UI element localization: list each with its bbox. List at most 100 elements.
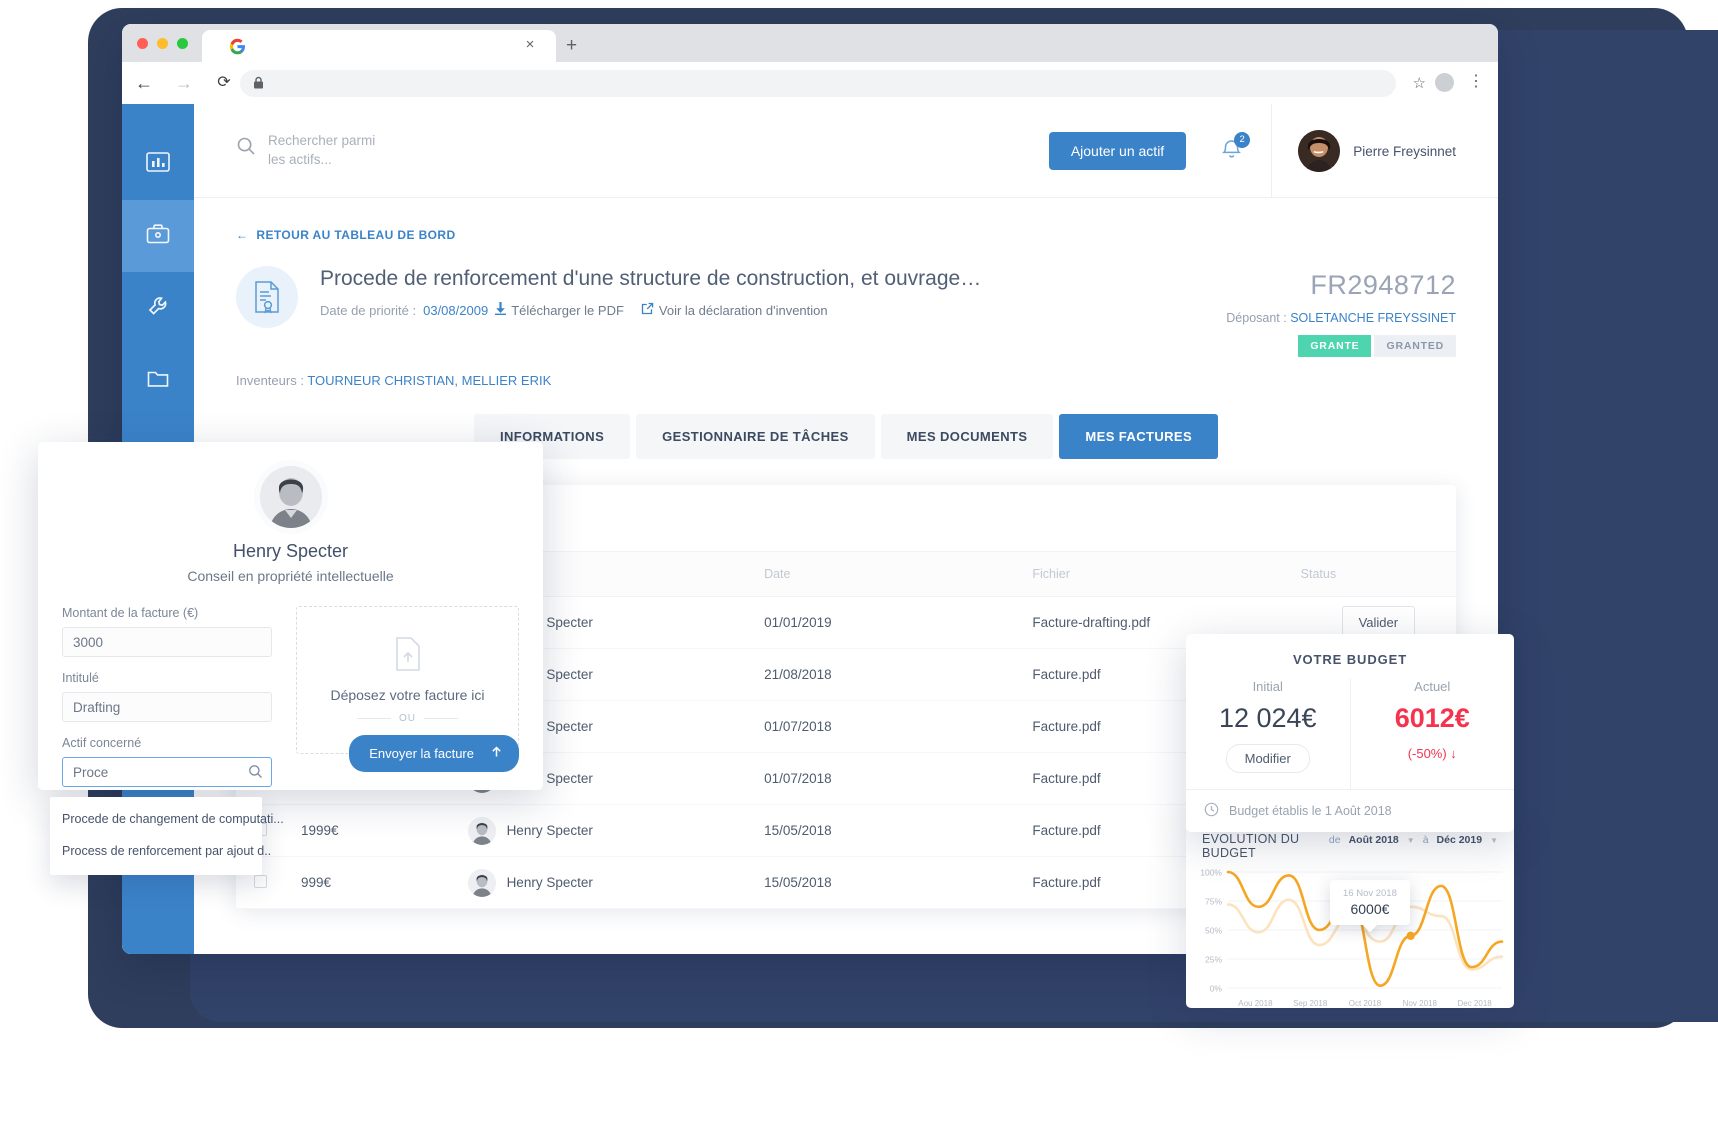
asset-input[interactable] <box>62 757 272 787</box>
patent-identity: FR2948712 Déposant : SOLETANCHE FREYSSIN… <box>1226 266 1456 357</box>
status-badge-en: GRANTED <box>1374 335 1456 357</box>
chevron-down-icon[interactable]: ▼ <box>1490 836 1498 845</box>
tab-task-manager[interactable]: GESTIONNAIRE DE TÂCHES <box>636 414 875 459</box>
forward-icon[interactable]: → <box>174 73 194 93</box>
list-item[interactable]: Procede de changement de computati... <box>50 803 284 835</box>
bell-icon <box>1220 139 1243 165</box>
bookmark-star-icon[interactable]: ☆ <box>1413 74 1426 92</box>
chart-title: EVOLUTION DU BUDGET <box>1202 832 1300 860</box>
deposant-value[interactable]: SOLETANCHE FREYSSINET <box>1290 311 1456 325</box>
notification-count-badge: 2 <box>1234 131 1251 148</box>
download-pdf-link[interactable]: Télécharger le PDF <box>495 302 624 318</box>
lock-icon <box>253 76 264 90</box>
budget-panel: VOTRE BUDGET Initial 12 024€ Modifier Ac… <box>1186 634 1514 832</box>
tab-documents[interactable]: MES DOCUMENTS <box>880 414 1054 459</box>
amount-input[interactable] <box>62 627 272 657</box>
svg-text:Sep 2018: Sep 2018 <box>1293 999 1328 1008</box>
deposant-label: Déposant : <box>1226 311 1287 325</box>
budget-delta: (-50%) ↓ <box>1407 746 1457 761</box>
range-from-label: de <box>1328 834 1341 846</box>
patent-detail-page: ← RETOUR AU TABLEAU DE BORD Procede de r… <box>194 198 1498 459</box>
avatar <box>1298 130 1341 172</box>
svg-text:25%: 25% <box>1205 955 1222 965</box>
url-input[interactable] <box>240 70 1396 97</box>
budget-initial: Initial 12 024€ Modifier <box>1186 679 1350 789</box>
inventors-row: Inventeurs : TOURNEUR CHRISTIAN, MELLIER… <box>236 373 1456 388</box>
range-from-value[interactable]: Août 2018 <box>1349 834 1399 846</box>
back-to-dashboard-label: RETOUR AU TABLEAU DE BORD <box>256 228 456 242</box>
browser-address-bar: ← → ⟳ ☆ ⋮ <box>122 62 1498 104</box>
svg-text:100%: 100% <box>1200 868 1222 878</box>
new-tab-button[interactable]: + <box>566 36 577 55</box>
cell-date: 21/08/2018 <box>764 648 1033 701</box>
modify-budget-button[interactable]: Modifier <box>1225 744 1310 773</box>
sidebar-item-tools[interactable] <box>122 272 194 344</box>
cell-creee-par: Henry Specter <box>467 804 765 857</box>
amount-label: Montant de la facture (€) <box>62 606 199 620</box>
download-pdf-label: Télécharger le PDF <box>511 302 624 318</box>
column-date: Date <box>764 552 1033 597</box>
cell-montant: 1999€ <box>300 804 468 857</box>
svg-text:0%: 0% <box>1210 984 1223 994</box>
avatar <box>259 466 322 528</box>
row-checkbox[interactable] <box>254 874 267 888</box>
tab-invoices[interactable]: MES FACTURES <box>1059 414 1219 459</box>
sidebar-item-dashboard[interactable] <box>122 128 194 200</box>
patent-document-icon <box>236 266 298 328</box>
sidebar-item-portfolio[interactable] <box>122 200 194 272</box>
inventors-value[interactable]: TOURNEUR CHRISTIAN, MELLIER ERIK <box>307 373 551 388</box>
tab-close-button[interactable]: × <box>522 37 538 53</box>
back-to-dashboard-link[interactable]: ← RETOUR AU TABLEAU DE BORD <box>236 228 456 242</box>
budget-footer: Budget établis le 1 Août 2018 <box>1186 789 1514 832</box>
upload-arrow-icon <box>490 745 503 762</box>
back-icon[interactable]: ← <box>134 73 154 93</box>
advisor-role: Conseil en propriété intellectuelle <box>187 568 394 584</box>
wrench-icon <box>146 294 170 323</box>
budget-columns: Initial 12 024€ Modifier Actuel 6012€ (-… <box>1186 679 1514 789</box>
declaration-link[interactable]: Voir la déclaration d'invention <box>641 302 828 318</box>
cell-montant: 999€ <box>300 856 468 909</box>
chart-tooltip: 16 Nov 2018 6000€ <box>1330 880 1410 933</box>
budget-title: VOTRE BUDGET <box>1292 652 1408 667</box>
cell-date: 01/07/2018 <box>764 752 1033 805</box>
user-menu[interactable]: Pierre Freysinnet <box>1271 104 1498 198</box>
browser-tab[interactable]: × <box>202 30 556 62</box>
tooltip-value: 6000€ <box>1350 901 1390 917</box>
add-asset-button[interactable]: Ajouter un actif <box>1048 132 1187 170</box>
arrow-left-icon: ← <box>236 228 249 242</box>
dropzone-label: Déposez votre facture ici <box>330 687 485 703</box>
range-to-value[interactable]: Déc 2019 <box>1437 834 1483 846</box>
status-badges: GRANTE GRANTED <box>1226 335 1456 357</box>
minimize-window-button[interactable] <box>157 38 168 49</box>
maximize-window-button[interactable] <box>177 38 188 49</box>
patent-header: Procede de renforcement d'une structure … <box>236 266 1456 357</box>
list-item[interactable]: Process de renforcement par ajout d.. <box>50 835 271 867</box>
cell-creee-par: Henry Specter <box>467 856 765 909</box>
budget-footer-label: Budget établis le 1 Août 2018 <box>1229 804 1392 818</box>
global-search[interactable]: Rechercher parmi les actifs... <box>236 132 388 168</box>
asset-label: Actif concerné <box>62 736 142 750</box>
chevron-down-icon[interactable]: ▼ <box>1407 836 1415 845</box>
notifications-button[interactable]: 2 <box>1220 131 1251 166</box>
avatar <box>467 868 496 897</box>
window-controls[interactable] <box>137 38 188 49</box>
upload-file-icon <box>393 636 423 677</box>
new-invoice-panel: Henry Specter Conseil en propriété intel… <box>38 442 543 875</box>
sidebar-item-archive[interactable] <box>122 344 194 416</box>
briefcase-icon <box>145 222 171 251</box>
browser-menu-icon[interactable]: ⋮ <box>1468 71 1484 93</box>
budget-actual-label: Actuel <box>1414 679 1451 694</box>
reload-icon[interactable]: ⟳ <box>214 73 234 93</box>
invoice-dropzone[interactable]: Déposez votre facture ici OU <box>296 606 519 754</box>
clock-icon <box>1204 802 1219 820</box>
browser-profile-avatar[interactable] <box>1435 73 1454 92</box>
send-invoice-button[interactable]: Envoyer la facture <box>349 735 519 772</box>
budget-actual-value: 6012€ <box>1394 703 1470 733</box>
close-window-button[interactable] <box>137 38 148 49</box>
avatar <box>467 816 496 845</box>
cell-date: 01/01/2019 <box>764 596 1033 649</box>
title-input[interactable] <box>62 692 272 722</box>
priority-date-label: Date de priorité : <box>320 302 417 318</box>
search-input[interactable]: Rechercher parmi les actifs... <box>268 132 388 168</box>
cell-date: 15/05/2018 <box>764 804 1033 857</box>
